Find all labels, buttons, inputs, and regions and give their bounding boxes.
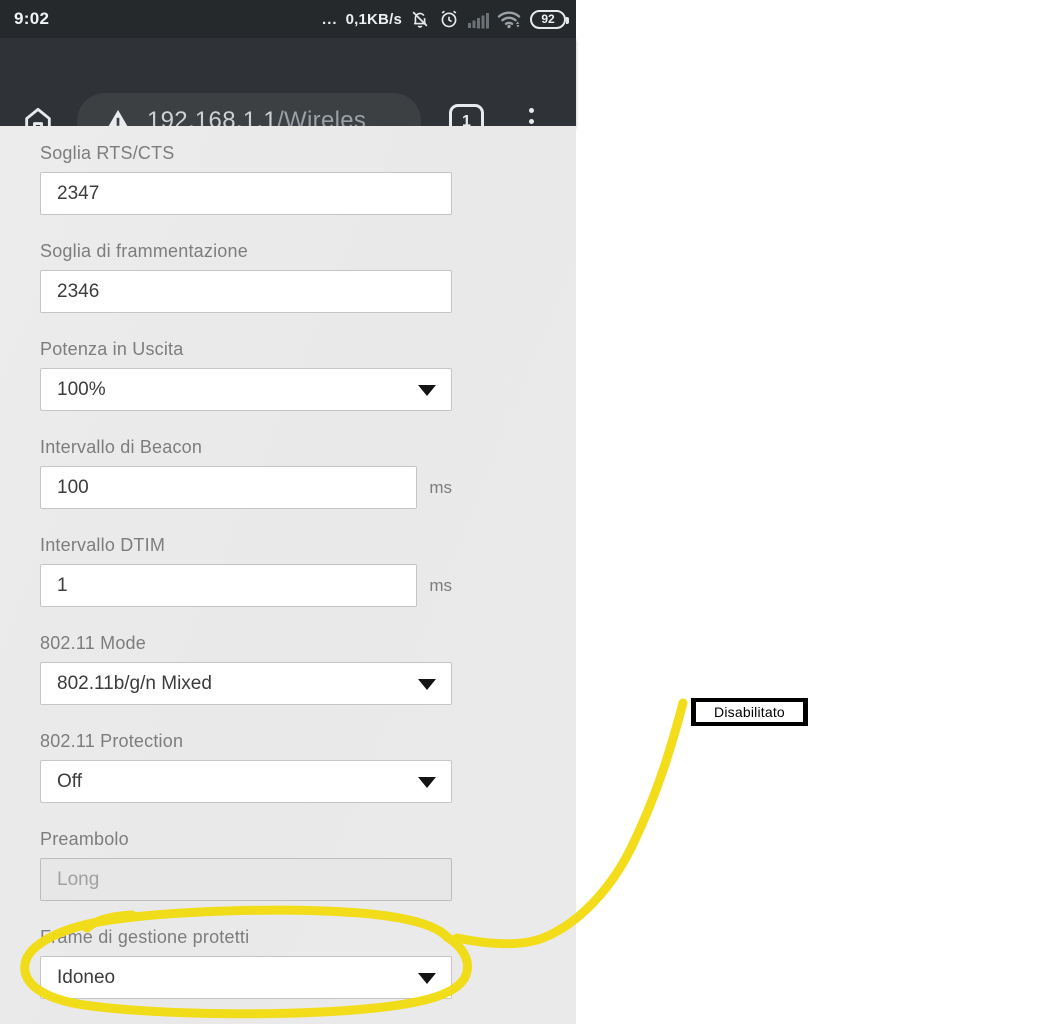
form-field: Soglia RTS/CTS xyxy=(40,143,452,215)
form-field: Intervallo DTIM ms xyxy=(40,535,452,607)
annotation-text: Disabilitato xyxy=(714,704,785,720)
form-field: Frame di gestione protetti Idoneo xyxy=(40,927,452,999)
dropdown-arrow-icon xyxy=(418,385,436,396)
cell-signal-icon xyxy=(467,9,490,29)
screenshot-stage: 9:02 ... 0,1KB/s 92 192.168.1.1/Wireles … xyxy=(0,0,1057,1024)
wifi-icon xyxy=(497,8,523,30)
unit-label: ms xyxy=(429,575,452,595)
status-bar: 9:02 ... 0,1KB/s 92 xyxy=(0,0,576,38)
field-select[interactable]: Idoneo xyxy=(40,956,452,999)
notification-overflow-dots: ... xyxy=(322,10,338,28)
form-field: Preambolo xyxy=(40,829,452,901)
battery-percent: 92 xyxy=(541,12,555,26)
field-input xyxy=(40,858,452,901)
field-label: 802.11 Mode xyxy=(40,633,146,653)
annotation-label: Disabilitato xyxy=(691,698,808,726)
field-label: 802.11 Protection xyxy=(40,731,184,751)
unit-label: ms xyxy=(429,477,452,497)
form-field: 802.11 Mode 802.11b/g/n Mixed xyxy=(40,633,452,705)
field-row: Idoneo xyxy=(40,956,452,999)
field-input[interactable] xyxy=(40,270,452,313)
browser-toolbar: 192.168.1.1/Wireles 1 xyxy=(0,38,576,149)
selected-value: Off xyxy=(57,770,82,792)
field-row: Off xyxy=(40,760,452,803)
field-label: Intervallo di Beacon xyxy=(40,437,203,457)
selected-value: 802.11b/g/n Mixed xyxy=(57,672,212,694)
field-input[interactable] xyxy=(40,466,418,509)
field-label: Soglia RTS/CTS xyxy=(40,143,175,163)
selected-value: Idoneo xyxy=(57,966,116,988)
field-row xyxy=(40,858,452,901)
field-row: ms xyxy=(40,466,452,509)
dropdown-arrow-icon xyxy=(418,679,436,690)
form-field: Soglia di frammentazione xyxy=(40,241,452,313)
field-row xyxy=(40,270,452,313)
field-select[interactable]: 802.11b/g/n Mixed xyxy=(40,662,452,705)
alarm-icon xyxy=(438,8,460,30)
dropdown-arrow-icon xyxy=(418,973,436,984)
field-select[interactable]: 100% xyxy=(40,368,452,411)
field-row xyxy=(40,172,452,215)
field-label: Frame di gestione protetti xyxy=(40,927,250,947)
field-input[interactable] xyxy=(40,564,418,607)
wireless-settings-form: Soglia RTS/CTS Soglia di frammentazione … xyxy=(0,126,576,1024)
form-fields: Soglia RTS/CTS Soglia di frammentazione … xyxy=(40,143,576,999)
selected-value: 100% xyxy=(57,378,106,400)
dropdown-arrow-icon xyxy=(418,777,436,788)
notifications-muted-icon xyxy=(409,8,431,30)
field-label: Potenza in Uscita xyxy=(40,339,184,359)
field-label: Intervallo DTIM xyxy=(40,535,166,555)
field-row: 100% xyxy=(40,368,452,411)
network-speed: 0,1KB/s xyxy=(345,10,402,28)
battery-icon: 92 xyxy=(530,9,569,29)
clock: 9:02 xyxy=(14,9,50,28)
field-label: Preambolo xyxy=(40,829,129,849)
field-row: 802.11b/g/n Mixed xyxy=(40,662,452,705)
kebab-menu-icon xyxy=(528,107,534,113)
form-field: Potenza in Uscita 100% xyxy=(40,339,452,411)
field-row: ms xyxy=(40,564,452,607)
field-input[interactable] xyxy=(40,172,452,215)
form-field: 802.11 Protection Off xyxy=(40,731,452,803)
phone-screenshot: 9:02 ... 0,1KB/s 92 192.168.1.1/Wireles … xyxy=(0,0,576,1024)
form-field: Intervallo di Beacon ms xyxy=(40,437,452,509)
field-label: Soglia di frammentazione xyxy=(40,241,248,261)
field-select[interactable]: Off xyxy=(40,760,452,803)
